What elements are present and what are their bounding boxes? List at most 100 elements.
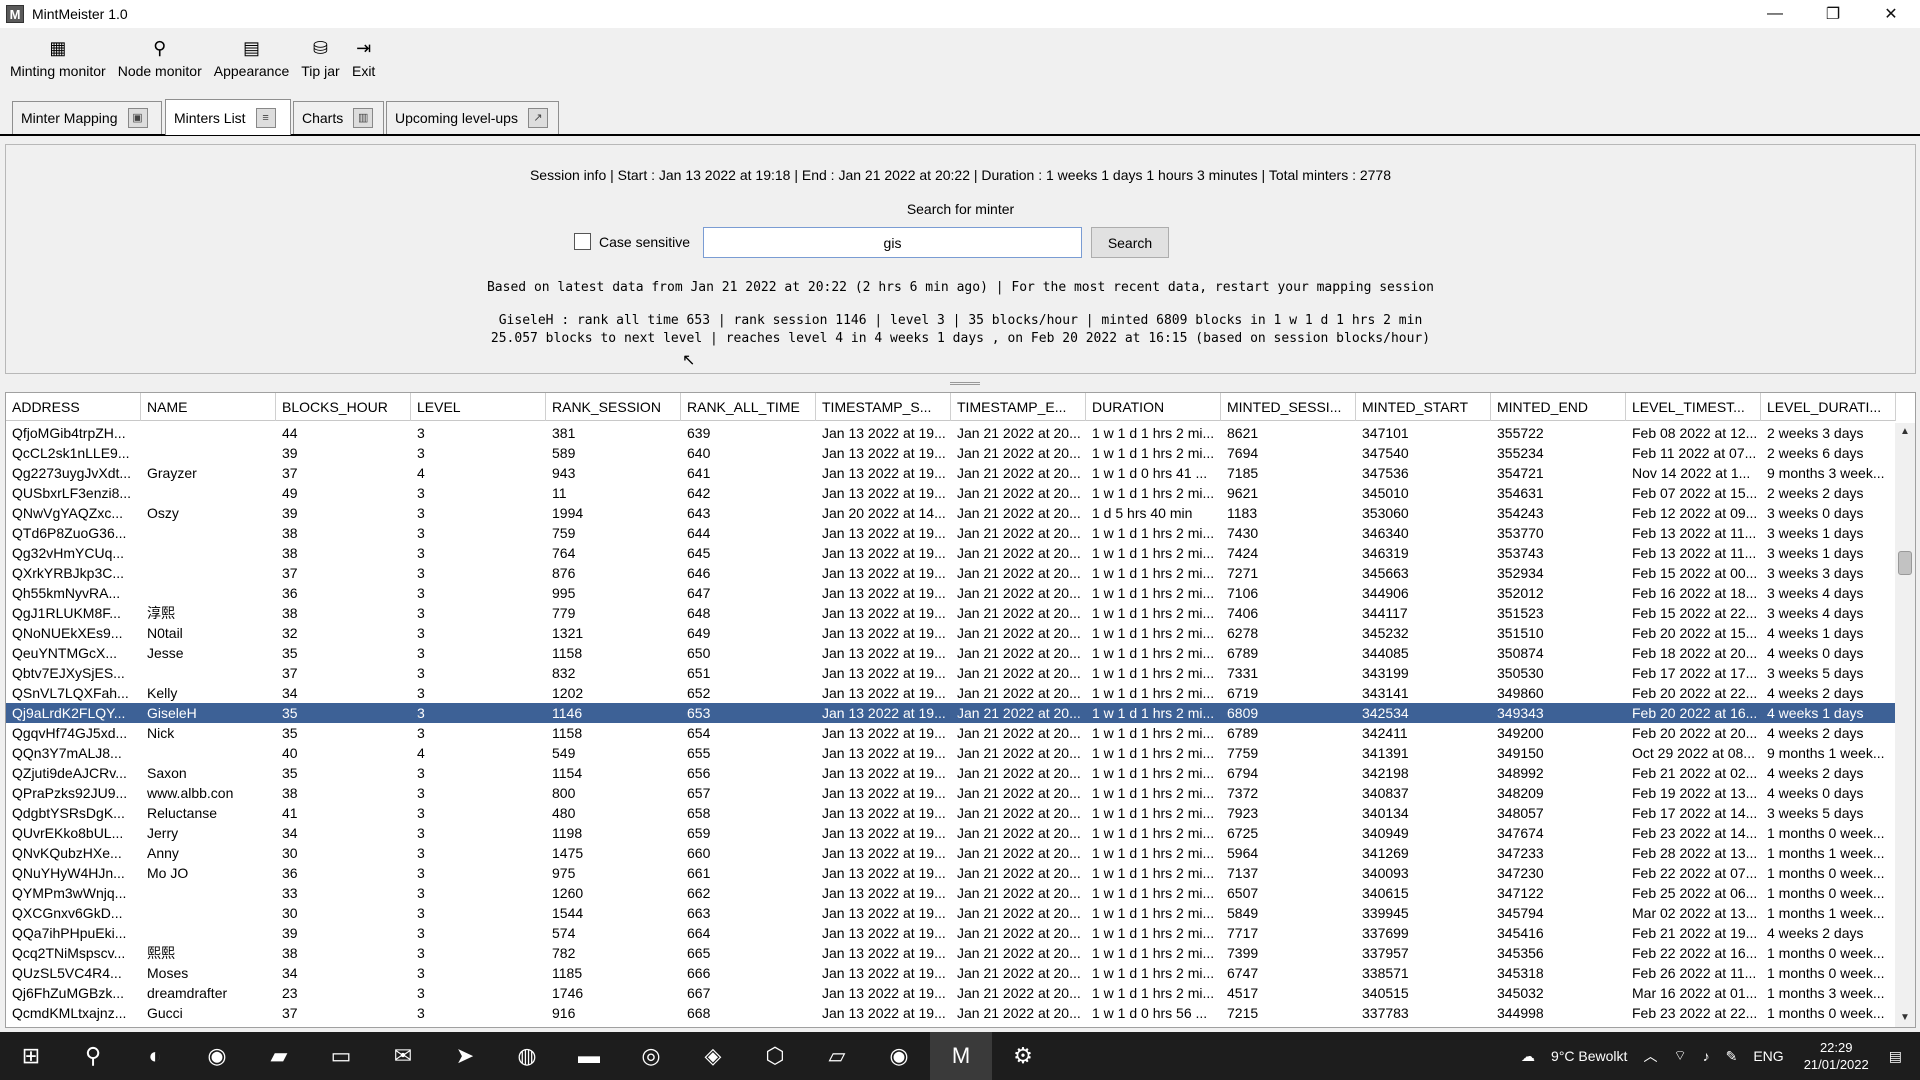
app-icon-4[interactable]: ⬡ <box>744 1032 806 1080</box>
volume-icon[interactable]: ♪ <box>1695 1048 1718 1064</box>
table-row[interactable]: QXrkYRBJkp3C... 37 3 876 646 Jan 13 2022 at 1… <box>6 563 1896 583</box>
table-row[interactable]: QNuYHyW4HJn... Mo JO 36 3 975 661 Jan 13 2022 … <box>6 863 1896 883</box>
notifications-icon[interactable]: ▤ <box>1881 1048 1920 1065</box>
app-icon-5[interactable]: ▱ <box>806 1032 868 1080</box>
telegram-icon[interactable]: ➤ <box>434 1032 496 1080</box>
maximize-button[interactable]: ❐ <box>1804 0 1862 28</box>
column-header-level-durati[interactable]: LEVEL_DURATI... <box>1761 393 1896 421</box>
table-row[interactable]: QSnVL7LQXFah... Kelly 34 3 1202 652 Jan 13 202… <box>6 683 1896 703</box>
column-header-name[interactable]: NAME <box>141 393 276 421</box>
table-row[interactable]: QTd6P8ZuoG36... 38 3 759 644 Jan 13 2022 at 1… <box>6 523 1896 543</box>
search-icon[interactable]: ⚲ <box>62 1032 124 1080</box>
column-header-minted-sessi[interactable]: MINTED_SESSI... <box>1221 393 1356 421</box>
minting-monitor-button[interactable]: ▦ Minting monitor <box>4 28 112 80</box>
table-cell: 4 weeks 2 days <box>1767 925 1864 941</box>
table-cell: Jan 13 2022 at 19... <box>822 985 946 1001</box>
tab-upcoming-level-ups[interactable]: Upcoming level-ups ↗ <box>386 101 559 134</box>
table-row[interactable]: QQa7ihPHpuEki... 39 3 574 664 Jan 13 2022 at … <box>6 923 1896 943</box>
table-row[interactable]: Qbtv7EJXySjES... 37 3 832 651 Jan 13 2022 at … <box>6 663 1896 683</box>
tip-jar-button[interactable]: ⛁ Tip jar <box>295 28 345 80</box>
exit-button[interactable]: ⇥ Exit <box>346 28 382 80</box>
table-cell: Qj6FhZuMGBzk... <box>12 985 125 1001</box>
table-row[interactable]: QPraPzks92JU9... www.albb.con 38 3 800 657 Jan… <box>6 783 1896 803</box>
node-monitor-button[interactable]: ⚲ Node monitor <box>112 28 208 80</box>
table-row[interactable]: QgJ1RLUKM8F... 淳熙 38 3 779 648 Jan 13 2022 at … <box>6 603 1896 623</box>
table-row[interactable]: Qg2273uygJvXdt... Grayzer 37 4 943 641 Jan 13 … <box>6 463 1896 483</box>
column-header-timestamp-s[interactable]: TIMESTAMP_S... <box>816 393 951 421</box>
table-cell: Jan 13 2022 at 19... <box>822 525 946 541</box>
app-icon-6[interactable]: ⚙ <box>992 1032 1054 1080</box>
mintmeister-icon[interactable]: M <box>930 1032 992 1080</box>
scroll-up-icon[interactable]: ▲ <box>1895 423 1915 441</box>
column-header-minted-start[interactable]: MINTED_START <box>1356 393 1491 421</box>
table-row[interactable]: QXCGnxv6GkD... 30 3 1544 663 Jan 13 2022 at 1… <box>6 903 1896 923</box>
search-input[interactable] <box>703 227 1082 258</box>
search-button[interactable]: Search <box>1091 227 1169 258</box>
chrome-icon[interactable]: ◉ <box>186 1032 248 1080</box>
column-header-address[interactable]: ADDRESS <box>6 393 141 421</box>
table-cell: 9621 <box>1227 485 1259 501</box>
table-row[interactable]: Qcq2TNiMspscv... 熙熙 38 3 782 665 Jan 13 2022 a… <box>6 943 1896 963</box>
file-explorer-icon[interactable]: ▭ <box>310 1032 372 1080</box>
table-row[interactable]: QfjoMGib4trpZH... 44 3 381 639 Jan 13 2022 at… <box>6 423 1896 443</box>
table-row[interactable]: QNvKQubzHXe... Anny 30 3 1475 660 Jan 13 2022 … <box>6 843 1896 863</box>
app-icon-2[interactable]: ▬ <box>558 1032 620 1080</box>
table-row[interactable]: QUzSL5VC4R4... Moses 34 3 1185 666 Jan 13 2022… <box>6 963 1896 983</box>
table-row[interactable]: QUvrEKko8bUL... Jerry 34 3 1198 659 Jan 13 202… <box>6 823 1896 843</box>
table-cell: QTd6P8ZuoG36... <box>12 525 127 541</box>
minimize-button[interactable]: — <box>1746 0 1804 28</box>
mail-icon[interactable]: ✉ <box>372 1032 434 1080</box>
table-cell: Jan 13 2022 at 19... <box>822 665 946 681</box>
table-row[interactable]: QZjuti9deAJCRv... Saxon 35 3 1154 656 Jan 13 2… <box>6 763 1896 783</box>
edge-icon[interactable]: ◐ <box>124 1032 186 1080</box>
case-sensitive-option[interactable]: Case sensitive <box>574 233 690 250</box>
table-row[interactable]: Qj6FhZuMGBzk... dreamdrafter 23 3 1746 667 Jan… <box>6 983 1896 1003</box>
weather-icon[interactable]: ☁ <box>1513 1048 1543 1065</box>
table-row[interactable]: QUSbxrLF3enzi8... 49 3 11 642 Jan 13 2022 at … <box>6 483 1896 503</box>
language-indicator[interactable]: ENG <box>1745 1048 1791 1064</box>
scroll-thumb[interactable] <box>1898 551 1912 575</box>
pen-icon[interactable]: ✎ <box>1718 1048 1746 1065</box>
clock[interactable]: 22:29 21/01/2022 <box>1792 1039 1881 1073</box>
column-header-level[interactable]: LEVEL <box>411 393 546 421</box>
splitter-grip[interactable] <box>950 382 980 385</box>
table-row[interactable]: QNwVgYAQZxc... Oszy 39 3 1994 643 Jan 20 2022 … <box>6 503 1896 523</box>
column-header-duration[interactable]: DURATION <box>1086 393 1221 421</box>
app-icon-3[interactable]: ◈ <box>682 1032 744 1080</box>
table-row-selected[interactable]: Qj9aLrdK2FLQY... GiseleH 35 3 1146 653 Jan 13 … <box>6 703 1896 723</box>
column-header-rank-session[interactable]: RANK_SESSION <box>546 393 681 421</box>
table-row[interactable]: QQn3Y7mALJ8... 40 4 549 655 Jan 13 2022 at 19… <box>6 743 1896 763</box>
start-icon[interactable]: ⊞ <box>0 1032 62 1080</box>
table-row[interactable]: QYMPm3wWnjq... 33 3 1260 662 Jan 13 2022 at 1… <box>6 883 1896 903</box>
panel-splitter[interactable] <box>5 380 1916 388</box>
chrome-icon-2[interactable]: ◉ <box>868 1032 930 1080</box>
close-button[interactable]: ✕ <box>1862 0 1920 28</box>
column-header-level-timest[interactable]: LEVEL_TIMEST... <box>1626 393 1761 421</box>
spotify-icon[interactable]: ◍ <box>496 1032 558 1080</box>
table-row[interactable]: QNoNUEkXEs9... N0tail 32 3 1321 649 Jan 13 202… <box>6 623 1896 643</box>
column-header-minted-end[interactable]: MINTED_END <box>1491 393 1626 421</box>
table-row[interactable]: QcCL2sk1nLLE9... 39 3 589 640 Jan 13 2022 at … <box>6 443 1896 463</box>
table-row[interactable]: QeuYNTMGcX... Jesse 35 3 1158 650 Jan 13 2022 … <box>6 643 1896 663</box>
table-cell: 1 w 1 d 1 hrs 2 mi... <box>1092 685 1215 701</box>
weather-text[interactable]: 9°C Bewolkt <box>1543 1048 1635 1064</box>
column-header-rank-all-time[interactable]: RANK_ALL_TIME <box>681 393 816 421</box>
tab-minter-mapping[interactable]: Minter Mapping ▣ <box>12 101 162 134</box>
table-row[interactable]: QcmdKMLtxajnz... Gucci 37 3 916 668 Jan 13 202… <box>6 1003 1896 1023</box>
appearance-button[interactable]: ▤ Appearance <box>208 28 296 80</box>
tab-charts[interactable]: Charts ▥ <box>293 101 384 134</box>
column-header-blocks-hour[interactable]: BLOCKS_HOUR <box>276 393 411 421</box>
column-header-timestamp-e[interactable]: TIMESTAMP_E... <box>951 393 1086 421</box>
table-row[interactable]: Qg32vHmYCUq... 38 3 764 645 Jan 13 2022 at 19… <box>6 543 1896 563</box>
table-row[interactable]: QgqvHf74GJ5xd... Nick 35 3 1158 654 Jan 13 202… <box>6 723 1896 743</box>
app-icon-1[interactable]: ▰ <box>248 1032 310 1080</box>
tray-chevron-icon[interactable]: ︿ <box>1635 1046 1665 1066</box>
vertical-scrollbar[interactable]: ▲ ▼ <box>1895 423 1915 1027</box>
case-sensitive-checkbox[interactable] <box>574 233 591 250</box>
tab-minters-list[interactable]: Minters List ≡ <box>165 99 291 135</box>
scroll-down-icon[interactable]: ▼ <box>1895 1009 1915 1027</box>
network-icon[interactable]: ⌔ <box>1665 1047 1694 1065</box>
steam-icon[interactable]: ◎ <box>620 1032 682 1080</box>
table-row[interactable]: Qh55kmNyvRA... 36 3 995 647 Jan 13 2022 at 19… <box>6 583 1896 603</box>
table-row[interactable]: QdgbtYSRsDgK... Reluctanse 41 3 480 658 Jan 13… <box>6 803 1896 823</box>
